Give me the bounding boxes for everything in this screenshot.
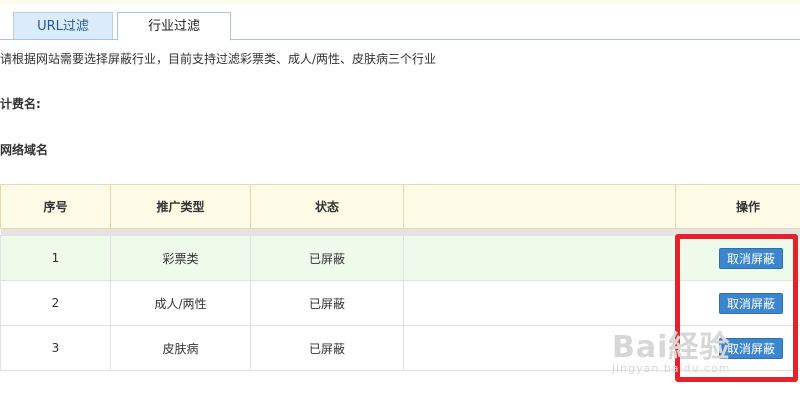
- row-type: 皮肤病: [110, 325, 251, 371]
- row-blank: [403, 280, 676, 326]
- row-index: 2: [0, 280, 111, 326]
- unblock-button[interactable]: 取消屏蔽: [718, 247, 783, 269]
- row-type: 彩票类: [110, 235, 251, 281]
- industry-table: 序号 推广类型 状态 操作 1 彩票类 已屏蔽 取消屏蔽 2 成人/两性 已屏蔽…: [0, 184, 800, 371]
- tab-industry-filter[interactable]: 行业过滤: [117, 12, 231, 41]
- table-row: 3 皮肤病 已屏蔽 取消屏蔽: [0, 325, 800, 371]
- unblock-button[interactable]: 取消屏蔽: [718, 337, 783, 359]
- row-action-cell: 取消屏蔽: [675, 280, 800, 326]
- row-status: 已屏蔽: [250, 235, 404, 281]
- table-gap: [0, 228, 800, 236]
- table-header-row: 序号 推广类型 状态 操作: [0, 184, 800, 229]
- header-blank: [403, 184, 676, 229]
- table-row: 2 成人/两性 已屏蔽 取消屏蔽: [0, 280, 800, 326]
- domain-label: 网络域名: [0, 143, 49, 157]
- unblock-button[interactable]: 取消屏蔽: [718, 292, 783, 314]
- table-row: 1 彩票类 已屏蔽 取消屏蔽: [0, 235, 800, 281]
- fee-name-label: 计费名:: [0, 97, 41, 111]
- row-type: 成人/两性: [110, 280, 251, 326]
- header-type: 推广类型: [110, 184, 251, 229]
- row-blank: [403, 235, 676, 281]
- row-action-cell: 取消屏蔽: [675, 325, 800, 371]
- tab-bar: URL过滤 行业过滤: [0, 12, 800, 41]
- tab-url-filter[interactable]: URL过滤: [13, 12, 113, 40]
- header-status: 状态: [250, 184, 404, 229]
- row-index: 3: [0, 325, 111, 371]
- row-status: 已屏蔽: [250, 325, 404, 371]
- header-action: 操作: [675, 184, 800, 229]
- row-blank: [403, 325, 676, 371]
- header-index: 序号: [0, 184, 111, 229]
- row-index: 1: [0, 235, 111, 281]
- row-status: 已屏蔽: [250, 280, 404, 326]
- row-action-cell: 取消屏蔽: [675, 235, 800, 281]
- description-text: 请根据网站需要选择屏蔽行业，目前支持过滤彩票类、成人/两性、皮肤病三个行业: [0, 52, 437, 66]
- top-band: [0, 0, 800, 4]
